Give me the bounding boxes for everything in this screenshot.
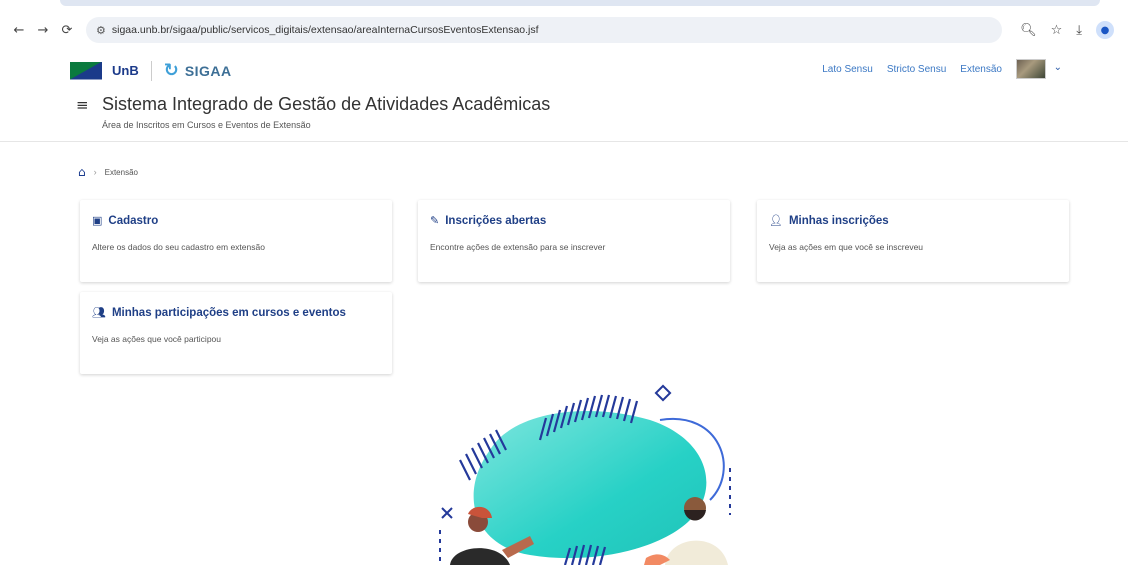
logo[interactable]: UnB ↻ SIGAA <box>70 60 232 81</box>
breadcrumb-separator-icon: › <box>93 167 97 177</box>
pen-doc-icon: ✎ <box>430 214 440 227</box>
site-header: UnB ↻ SIGAA Lato Sensu Stricto Sensu Ext… <box>0 50 1128 142</box>
user-edit-icon: 👤︎ <box>769 214 783 227</box>
breadcrumb-current: Extensão <box>104 167 138 177</box>
address-bar[interactable]: ⚙ sigaa.unb.br/sigaa/public/servicos_dig… <box>86 17 1002 43</box>
card-inscricoes-abertas[interactable]: ✎ Inscrições abertas Encontre ações de e… <box>418 200 730 282</box>
id-card-icon: ▣ <box>92 214 103 227</box>
download-icon[interactable]: ⤓ <box>1076 23 1082 38</box>
card-minhas-inscricoes[interactable]: 👤︎ Minhas inscrições Veja as ações em qu… <box>757 200 1069 282</box>
card-description: Altere os dados do seu cadastro em exten… <box>92 242 265 252</box>
avatar[interactable] <box>1016 59 1046 79</box>
card-title: Inscrições abertas <box>445 214 547 227</box>
unb-flag-icon <box>70 61 102 80</box>
card-description: Veja as ações que você participou <box>92 334 222 344</box>
url-text: sigaa.unb.br/sigaa/public/servicos_digit… <box>111 24 539 36</box>
forward-icon[interactable]: → <box>32 19 54 41</box>
nav-link-extensao[interactable]: Extensão <box>960 64 1002 75</box>
diamond-icon <box>654 384 672 402</box>
card-minhas-participacoes[interactable]: 👥︎ Minhas participações em cursos e even… <box>80 292 392 374</box>
top-nav: Lato Sensu Stricto Sensu Extensão <box>822 64 1002 75</box>
card-description: Veja as ações em que você se inscreveu <box>769 242 924 252</box>
unb-logo-text: UnB <box>112 63 139 78</box>
card-title: Minhas inscrições <box>788 214 889 227</box>
bookmark-star-icon[interactable]: ☆ <box>1051 23 1063 38</box>
users-icon: 👥︎ <box>92 306 106 319</box>
card-cadastro[interactable]: ▣ Cadastro Altere os dados do seu cadast… <box>80 200 392 282</box>
browser-tabstrip <box>60 0 1100 6</box>
reload-icon[interactable]: ⟳ <box>56 19 78 41</box>
breadcrumb: ⌂ › Extensão <box>78 165 138 179</box>
page-title: Sistema Integrado de Gestão de Atividade… <box>102 94 551 114</box>
nav-link-stricto-sensu[interactable]: Stricto Sensu <box>887 64 946 75</box>
nav-link-lato-sensu[interactable]: Lato Sensu <box>822 64 873 75</box>
zoom-icon[interactable]: 🔍︎ <box>1020 23 1037 38</box>
card-title: Minhas participações em cursos e eventos <box>111 306 346 319</box>
hamburger-menu-icon[interactable]: ≡ <box>76 96 89 114</box>
sigaa-logo-text: SIGAA <box>184 62 232 79</box>
sigaa-logo-icon: ↻ <box>163 60 179 81</box>
back-icon[interactable]: ← <box>8 19 30 41</box>
page-subtitle: Área de Inscritos em Cursos e Eventos de… <box>102 120 311 130</box>
profile-icon[interactable]: ● <box>1096 21 1114 39</box>
card-description: Encontre ações de extensão para se inscr… <box>430 242 606 252</box>
teal-blob-shape <box>473 411 707 559</box>
chevron-down-icon[interactable]: ⌄ <box>1054 62 1062 73</box>
logo-divider <box>150 60 152 81</box>
decorative-illustration <box>439 384 731 565</box>
cross-icon <box>441 507 453 519</box>
card-title: Cadastro <box>108 214 159 227</box>
home-icon[interactable]: ⌂ <box>78 165 86 179</box>
site-info-icon[interactable]: ⚙ <box>96 24 106 37</box>
browser-toolbar: ← → ⟳ ⚙ sigaa.unb.br/sigaa/public/servic… <box>0 14 1128 46</box>
